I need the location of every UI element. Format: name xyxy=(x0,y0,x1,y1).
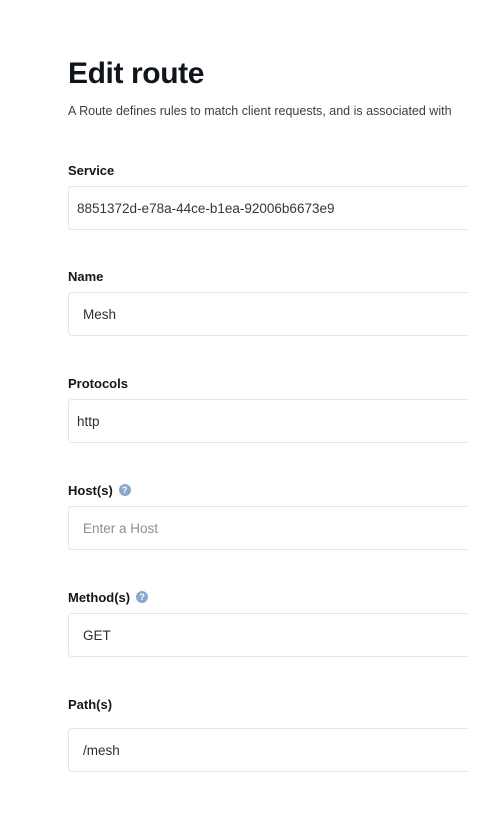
name-input[interactable]: Mesh xyxy=(68,292,468,336)
page-description: A Route defines rules to match client re… xyxy=(68,104,452,118)
paths-input[interactable]: /mesh xyxy=(68,728,468,772)
methods-input[interactable]: GET xyxy=(68,613,468,657)
methods-label: Method(s) xyxy=(68,589,131,605)
protocols-label: Protocols xyxy=(68,375,128,391)
service-field: Service 8851372d-e78a-44ce-b1ea-92006b66… xyxy=(68,160,468,230)
hosts-input-placeholder: Enter a Host xyxy=(83,520,159,536)
paths-field: Path(s) /mesh xyxy=(68,694,468,772)
service-input[interactable]: 8851372d-e78a-44ce-b1ea-92006b6673e9 xyxy=(68,186,468,230)
hosts-label: Host(s) xyxy=(68,482,113,498)
name-input-value: Mesh xyxy=(83,306,117,322)
page-title: Edit route xyxy=(68,57,204,90)
hosts-field: Host(s) ? Enter a Host xyxy=(68,480,468,550)
service-input-value: 8851372d-e78a-44ce-b1ea-92006b6673e9 xyxy=(77,200,335,216)
protocols-field: Protocols http xyxy=(68,373,468,443)
methods-input-value: GET xyxy=(83,627,111,643)
edit-route-page: Edit route A Route defines rules to matc… xyxy=(0,0,492,817)
paths-label: Path(s) xyxy=(68,696,113,712)
protocols-selected-value: http xyxy=(77,413,100,429)
protocols-select[interactable]: http xyxy=(68,399,468,443)
paths-input-value: /mesh xyxy=(83,742,120,758)
edit-route-form: Edit route A Route defines rules to matc… xyxy=(68,52,468,772)
hosts-input[interactable]: Enter a Host xyxy=(68,506,468,550)
name-label: Name xyxy=(68,268,104,284)
service-label: Service xyxy=(68,162,115,178)
name-field: Name Mesh xyxy=(68,266,468,336)
question-circle-icon[interactable]: ? xyxy=(118,484,131,496)
methods-field: Method(s) ? GET xyxy=(68,587,468,657)
question-circle-icon[interactable]: ? xyxy=(136,591,149,603)
